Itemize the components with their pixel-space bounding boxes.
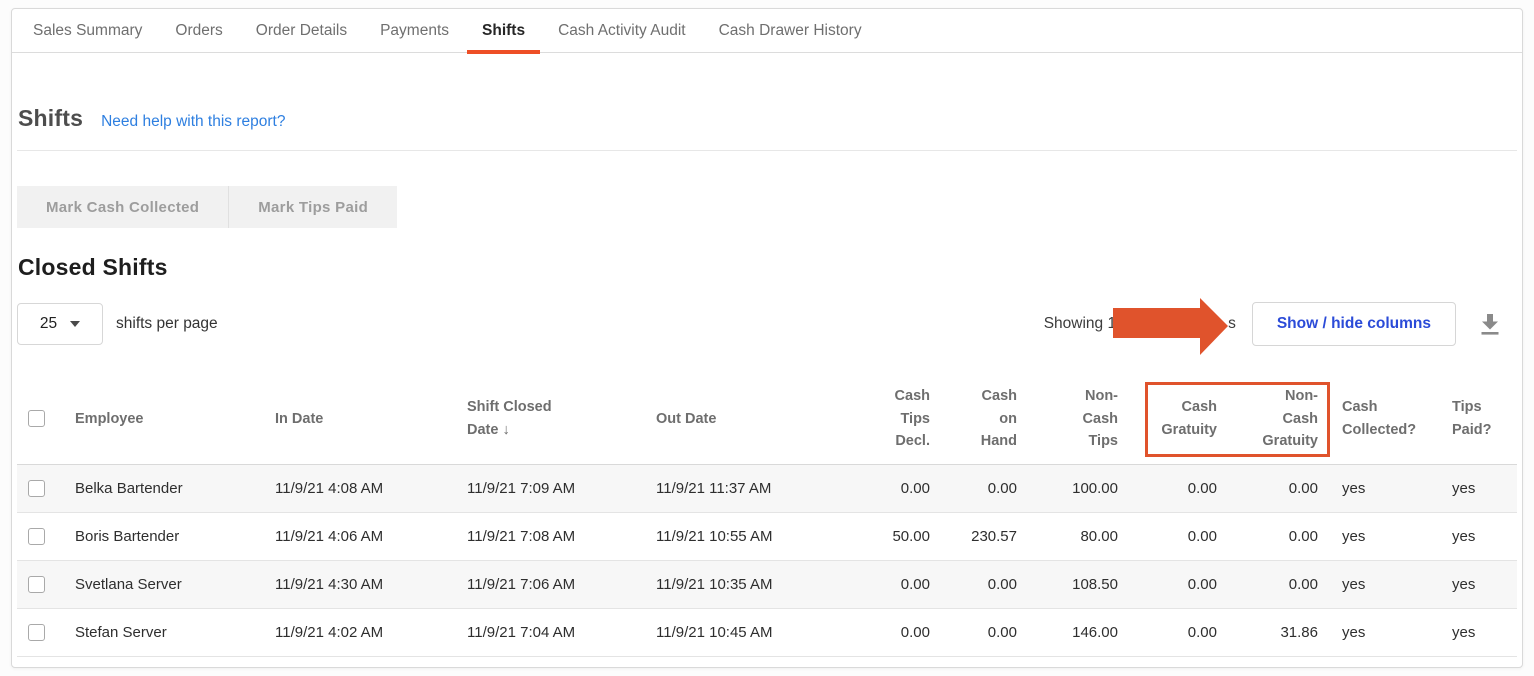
cell-employee: Boris Bartender	[75, 512, 275, 560]
cell-cash-tips-decl: 0.00	[838, 608, 933, 656]
report-panel: Sales Summary Orders Order Details Payme…	[11, 8, 1523, 668]
col-shift-closed-date[interactable]: Shift Closed Date ↓	[467, 374, 656, 464]
col-employee[interactable]: Employee	[75, 374, 275, 464]
cell-tips-paid: yes	[1444, 464, 1517, 512]
cell-cash-on-hand: 0.00	[933, 560, 1020, 608]
closed-shifts-heading: Closed Shifts	[17, 254, 1517, 281]
col-cash-collected[interactable]: Cash Collected?	[1321, 374, 1444, 464]
help-link[interactable]: Need help with this report?	[101, 113, 285, 131]
cell-non-cash-tips: 108.50	[1020, 560, 1121, 608]
download-icon[interactable]	[1478, 312, 1502, 336]
cell-out-date: 11/9/21 10:55 AM	[656, 512, 838, 560]
cell-shift-closed-date: 11/9/21 7:08 AM	[467, 512, 656, 560]
cell-cash-gratuity: 0.00	[1121, 608, 1220, 656]
tab-sales-summary[interactable]: Sales Summary	[33, 9, 142, 53]
cell-shift-closed-date: 11/9/21 7:04 AM	[467, 608, 656, 656]
cell-cash-tips-decl: 0.00	[838, 464, 933, 512]
showing-text-prefix: Showing 1	[1044, 315, 1116, 333]
table-row: Boris Bartender 11/9/21 4:06 AM 11/9/21 …	[17, 512, 1517, 560]
cell-in-date: 11/9/21 4:02 AM	[275, 608, 467, 656]
chevron-down-icon	[70, 321, 80, 327]
cell-cash-on-hand: 0.00	[933, 464, 1020, 512]
cell-non-cash-gratuity: 0.00	[1220, 512, 1321, 560]
select-all-checkbox[interactable]	[28, 410, 45, 427]
tab-shifts[interactable]: Shifts	[482, 9, 525, 53]
col-in-date[interactable]: In Date	[275, 374, 467, 464]
mark-tips-paid-button[interactable]: Mark Tips Paid	[229, 186, 397, 228]
cell-non-cash-gratuity: 31.86	[1220, 608, 1321, 656]
report-tabbar: Sales Summary Orders Order Details Payme…	[12, 9, 1522, 53]
download-icon-glyph	[1479, 314, 1501, 335]
col-non-cash-tips[interactable]: Non-Cash Tips	[1020, 374, 1121, 464]
cell-cash-collected: yes	[1321, 464, 1444, 512]
cell-employee: Belka Bartender	[75, 464, 275, 512]
cell-non-cash-tips: 146.00	[1020, 608, 1121, 656]
row-checkbox[interactable]	[28, 528, 45, 545]
col-cash-tips-decl[interactable]: Cash Tips Decl.	[838, 374, 933, 464]
cell-tips-paid: yes	[1444, 608, 1517, 656]
cell-cash-collected: yes	[1321, 560, 1444, 608]
cell-non-cash-tips: 100.00	[1020, 464, 1121, 512]
per-page-value: 25	[40, 315, 57, 333]
cell-out-date: 11/9/21 10:35 AM	[656, 560, 838, 608]
page-header: Shifts Need help with this report?	[17, 53, 1517, 151]
cell-in-date: 11/9/21 4:08 AM	[275, 464, 467, 512]
col-cash-on-hand[interactable]: Cash on Hand	[933, 374, 1020, 464]
cell-shift-closed-date: 11/9/21 7:09 AM	[467, 464, 656, 512]
col-tips-paid[interactable]: Tips Paid?	[1444, 374, 1517, 464]
cell-in-date: 11/9/21 4:30 AM	[275, 560, 467, 608]
tab-cash-activity-audit[interactable]: Cash Activity Audit	[558, 9, 686, 53]
cell-cash-gratuity: 0.00	[1121, 512, 1220, 560]
cell-non-cash-gratuity: 0.00	[1220, 464, 1321, 512]
row-checkbox[interactable]	[28, 480, 45, 497]
page-title: Shifts	[18, 105, 83, 132]
table-row: Stefan Server 11/9/21 4:02 AM 11/9/21 7:…	[17, 608, 1517, 656]
table-row: Svetlana Server 11/9/21 4:30 AM 11/9/21 …	[17, 560, 1517, 608]
cell-tips-paid: yes	[1444, 512, 1517, 560]
cell-in-date: 11/9/21 4:06 AM	[275, 512, 467, 560]
cell-cash-on-hand: 230.57	[933, 512, 1020, 560]
tab-payments[interactable]: Payments	[380, 9, 449, 53]
sort-desc-icon: ↓	[502, 422, 509, 438]
tab-cash-drawer-history[interactable]: Cash Drawer History	[719, 9, 862, 53]
cell-cash-on-hand: 0.00	[933, 608, 1020, 656]
table-controls: 25 shifts per page Showing 1 s Show / hi…	[17, 302, 1517, 346]
cell-non-cash-tips: 80.00	[1020, 512, 1121, 560]
table-row: Belka Bartender 11/9/21 4:08 AM 11/9/21 …	[17, 464, 1517, 512]
showing-text-suffix: s	[1228, 315, 1236, 333]
shifts-report-screen: Sales Summary Orders Order Details Payme…	[0, 0, 1534, 676]
tab-order-details[interactable]: Order Details	[256, 9, 347, 53]
mark-cash-collected-button[interactable]: Mark Cash Collected	[17, 186, 229, 228]
cell-cash-tips-decl: 0.00	[838, 560, 933, 608]
show-hide-columns-button[interactable]: Show / hide columns	[1252, 302, 1456, 346]
bulk-actions: Mark Cash Collected Mark Tips Paid	[17, 186, 1517, 228]
cell-shift-closed-date: 11/9/21 7:06 AM	[467, 560, 656, 608]
cell-out-date: 11/9/21 10:45 AM	[656, 608, 838, 656]
cell-cash-collected: yes	[1321, 608, 1444, 656]
cell-employee: Stefan Server	[75, 608, 275, 656]
tab-orders[interactable]: Orders	[175, 9, 222, 53]
row-checkbox[interactable]	[28, 576, 45, 593]
cell-non-cash-gratuity: 0.00	[1220, 560, 1321, 608]
cell-out-date: 11/9/21 11:37 AM	[656, 464, 838, 512]
row-checkbox[interactable]	[28, 624, 45, 641]
per-page-select[interactable]: 25	[17, 303, 103, 345]
col-non-cash-gratuity[interactable]: Non-Cash Gratuity	[1220, 374, 1321, 464]
col-out-date[interactable]: Out Date	[656, 374, 838, 464]
cell-cash-gratuity: 0.00	[1121, 464, 1220, 512]
per-page-label: shifts per page	[116, 315, 218, 333]
showing-count-text: Showing 1 s	[1044, 315, 1236, 333]
cell-cash-gratuity: 0.00	[1121, 560, 1220, 608]
table-header-row: Employee In Date Shift Closed Date ↓ Out…	[17, 374, 1517, 464]
cell-cash-collected: yes	[1321, 512, 1444, 560]
cell-cash-tips-decl: 50.00	[838, 512, 933, 560]
cell-employee: Svetlana Server	[75, 560, 275, 608]
col-cash-gratuity[interactable]: Cash Gratuity	[1121, 374, 1220, 464]
closed-shifts-table: Employee In Date Shift Closed Date ↓ Out…	[17, 374, 1517, 657]
cell-tips-paid: yes	[1444, 560, 1517, 608]
